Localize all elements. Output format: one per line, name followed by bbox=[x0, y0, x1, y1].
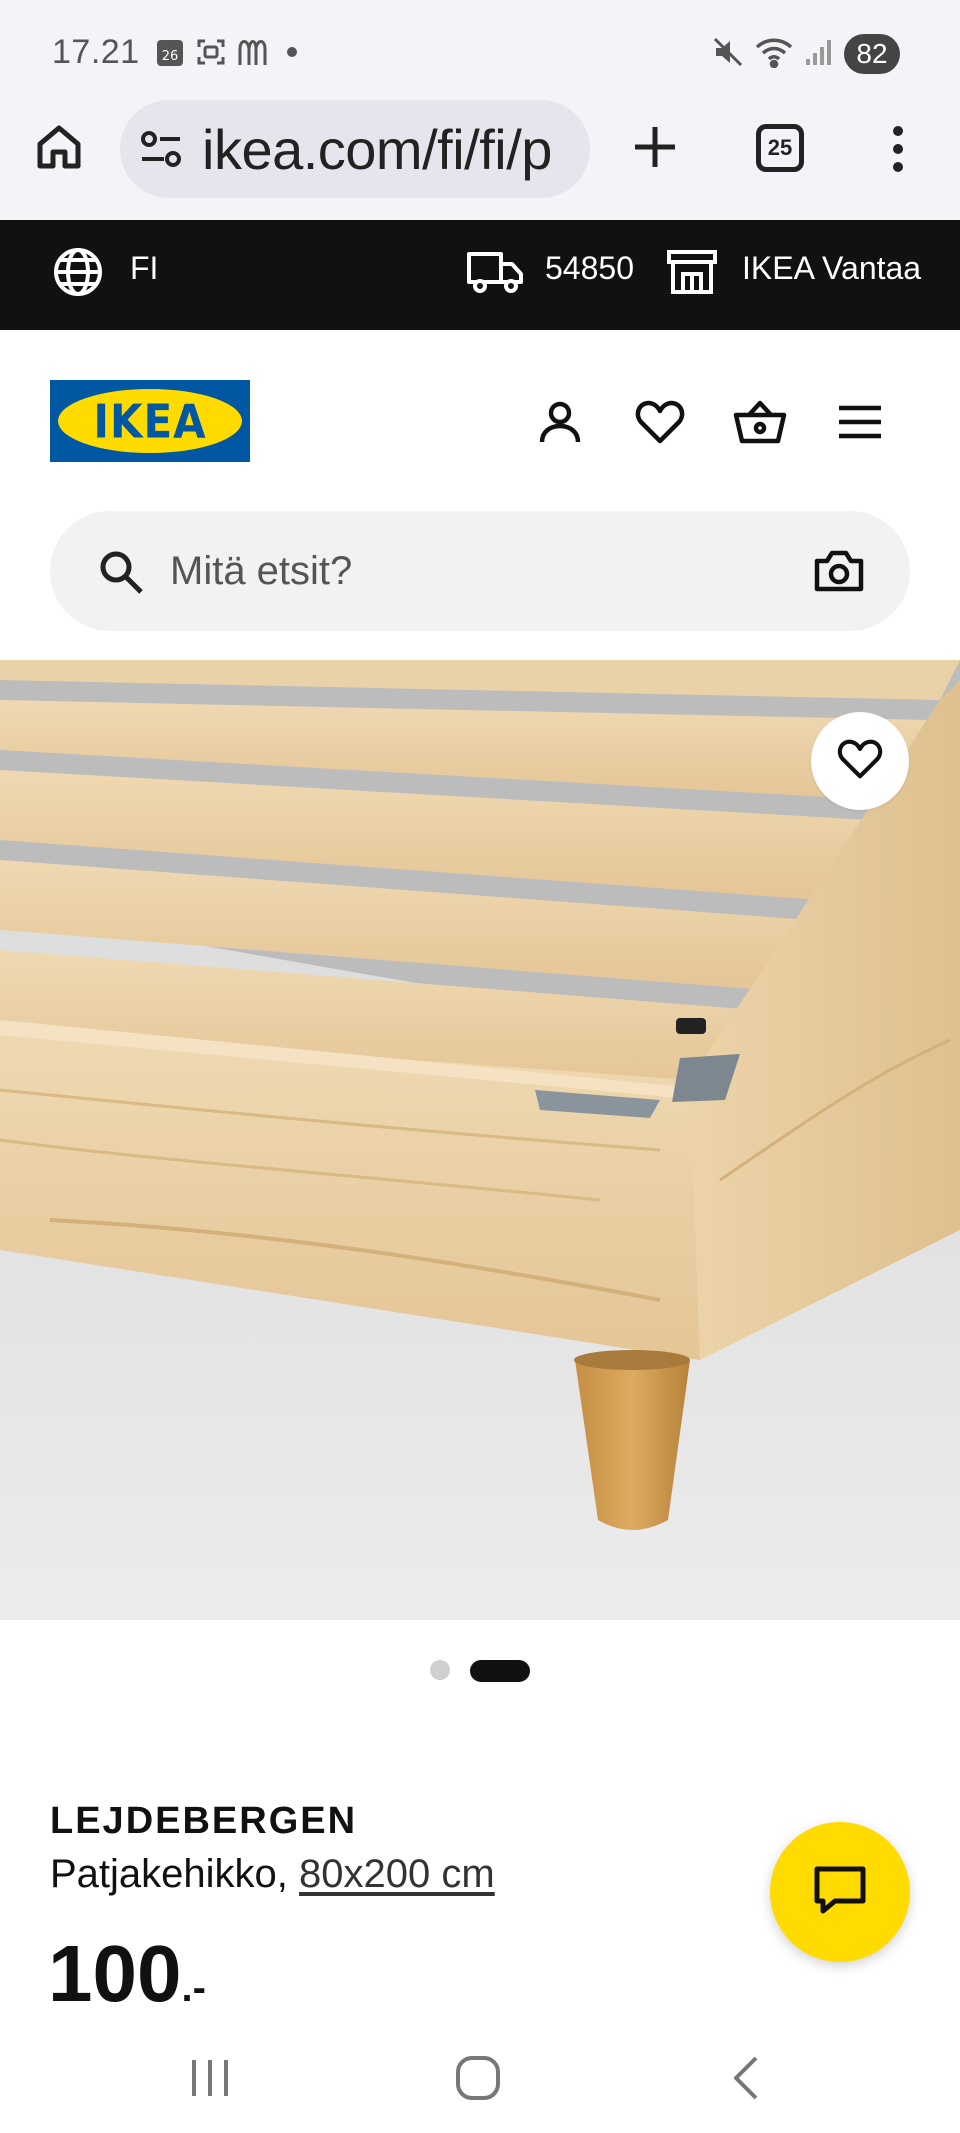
battery-indicator: 82 bbox=[844, 34, 900, 74]
chat-button[interactable] bbox=[770, 1822, 910, 1962]
delivery-truck-icon[interactable] bbox=[466, 246, 524, 303]
recent-apps-icon[interactable] bbox=[160, 2043, 260, 2113]
chat-icon bbox=[813, 1865, 867, 1920]
signal-icon bbox=[804, 37, 834, 72]
language-selector[interactable]: FI bbox=[130, 250, 158, 287]
status-bar: 17.21 26 82 bbox=[0, 0, 960, 100]
wifi-icon bbox=[754, 36, 794, 73]
product-size-link[interactable]: 80x200 cm bbox=[299, 1852, 495, 1896]
wishlist-icon[interactable] bbox=[630, 392, 690, 452]
status-icons-right: 82 bbox=[712, 34, 900, 74]
search-icon bbox=[98, 549, 144, 600]
product-image[interactable] bbox=[0, 660, 960, 1620]
screenshot-icon bbox=[196, 37, 226, 72]
product-description: Patjakehikko, 80x200 cm bbox=[50, 1852, 495, 1897]
top-info-strip: FI 54850 IKEA Vantaa bbox=[0, 220, 960, 330]
new-tab-icon[interactable] bbox=[632, 124, 678, 175]
globe-icon[interactable] bbox=[52, 246, 104, 303]
product-price: 100.- bbox=[48, 1934, 206, 2014]
price-value: 100 bbox=[48, 1929, 182, 2018]
store-icon[interactable] bbox=[666, 246, 718, 303]
home-icon[interactable] bbox=[34, 122, 84, 177]
heart-icon bbox=[837, 738, 883, 785]
store-name[interactable]: IKEA Vantaa bbox=[742, 250, 921, 287]
tabs-icon[interactable]: 25 bbox=[756, 124, 804, 172]
site-header: IKEA bbox=[0, 330, 960, 510]
carousel-dot-active[interactable] bbox=[470, 1660, 530, 1682]
logo-oval: IKEA bbox=[58, 389, 242, 453]
search-field[interactable]: Mitä etsit? bbox=[50, 511, 910, 631]
dot-icon bbox=[286, 45, 298, 63]
status-time: 17.21 bbox=[52, 33, 140, 71]
bed-frame-illustration bbox=[0, 660, 960, 1620]
mcdonalds-icon bbox=[238, 37, 274, 72]
product-name: LEJDEBERGEN bbox=[50, 1800, 358, 1842]
url-bar[interactable]: ikea.com/fi/fi/p bbox=[120, 100, 590, 198]
mute-icon bbox=[712, 36, 744, 73]
add-to-wishlist-button[interactable] bbox=[811, 712, 909, 810]
browser-toolbar: ikea.com/fi/fi/p 25 bbox=[0, 100, 960, 220]
status-icons-left: 26 bbox=[156, 38, 298, 70]
carousel-dot[interactable] bbox=[430, 1660, 450, 1680]
postal-code[interactable]: 54850 bbox=[545, 250, 634, 287]
calendar-icon: 26 bbox=[156, 37, 184, 72]
camera-icon[interactable] bbox=[814, 549, 864, 598]
ikea-logo[interactable]: IKEA bbox=[50, 380, 250, 462]
site-settings-icon[interactable] bbox=[140, 130, 184, 173]
calendar-day: 26 bbox=[162, 49, 179, 64]
back-icon[interactable] bbox=[695, 2043, 795, 2113]
system-nav-bar bbox=[0, 2023, 960, 2133]
menu-icon[interactable] bbox=[830, 392, 890, 452]
url-text: ikea.com/fi/fi/p bbox=[202, 117, 552, 181]
more-icon[interactable] bbox=[888, 124, 908, 179]
price-suffix: .- bbox=[181, 1966, 206, 2010]
logo-text: IKEA bbox=[93, 394, 207, 448]
basket-icon[interactable] bbox=[730, 392, 790, 452]
home-nav-icon[interactable] bbox=[428, 2043, 528, 2113]
product-type: Patjakehikko, bbox=[50, 1852, 288, 1896]
search-input[interactable]: Mitä etsit? bbox=[170, 549, 352, 594]
account-icon[interactable] bbox=[530, 392, 590, 452]
carousel-indicator bbox=[0, 1660, 960, 1682]
